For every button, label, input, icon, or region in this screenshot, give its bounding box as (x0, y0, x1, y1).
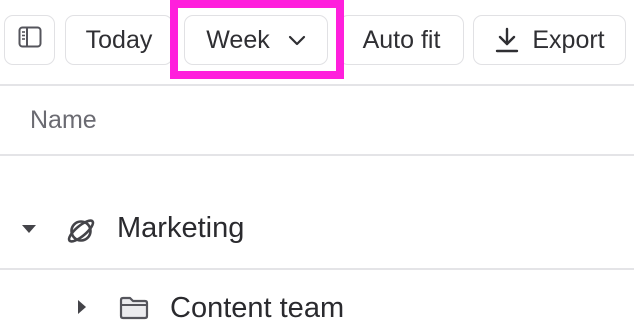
caret-down-icon[interactable] (20, 222, 38, 236)
row-divider (0, 268, 634, 270)
week-dropdown[interactable]: Week (184, 15, 328, 65)
toolbar-divider (0, 84, 634, 86)
auto-fit-button-label: Auto fit (362, 25, 441, 54)
row-label-marketing: Marketing (117, 212, 245, 244)
folder-icon (118, 294, 150, 322)
header-divider (0, 154, 634, 156)
tree-row-content-team[interactable]: Content team (0, 290, 634, 326)
sidebar-toggle-button[interactable] (4, 15, 55, 65)
export-button[interactable]: Export (473, 15, 626, 65)
today-button[interactable]: Today (65, 15, 173, 65)
gantt-view: Today Week Auto fit Export Name Marketin… (0, 0, 634, 326)
toolbar: Today Week Auto fit Export (0, 0, 634, 84)
export-button-label: Export (532, 25, 605, 54)
tree-row-marketing[interactable]: Marketing (0, 208, 634, 254)
sidebar-toggle-icon (18, 26, 42, 55)
auto-fit-button[interactable]: Auto fit (339, 15, 464, 65)
download-icon (494, 26, 520, 54)
today-button-label: Today (85, 25, 153, 54)
column-header-name: Name (30, 106, 97, 134)
week-dropdown-label: Week (206, 25, 270, 54)
row-label-content-team: Content team (170, 292, 345, 324)
chevron-down-icon (288, 34, 306, 46)
planet-icon (64, 214, 98, 248)
caret-right-icon[interactable] (74, 298, 88, 316)
